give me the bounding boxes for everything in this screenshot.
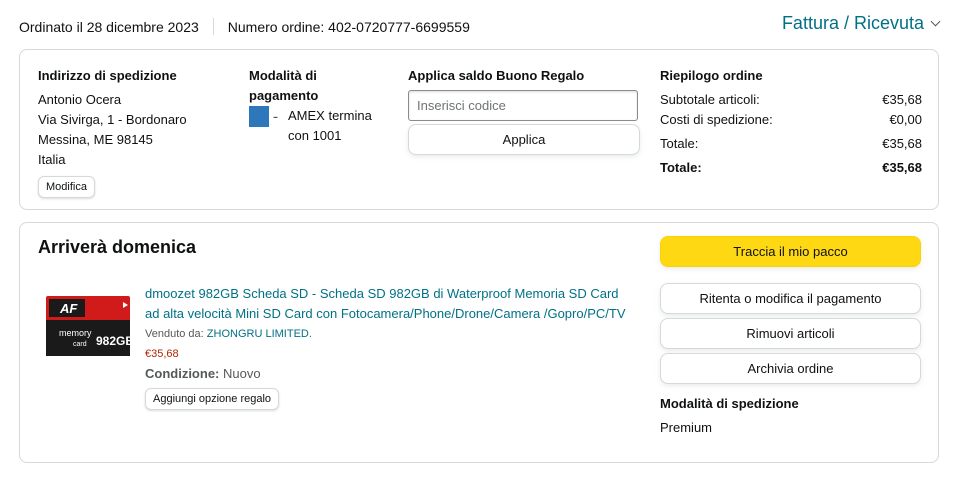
invoice-dropdown[interactable]: Fattura / Ricevuta xyxy=(782,13,941,34)
shipping-cost-label: Costi di spedizione: xyxy=(660,112,773,127)
subtotal-value: €35,68 xyxy=(882,92,922,107)
add-gift-option-button[interactable]: Aggiungi opzione regalo xyxy=(145,388,280,410)
shipping-cost-row: Costi di spedizione: €0,00 xyxy=(660,110,922,130)
product-title-link[interactable]: dmoozet 982GB Scheda SD - Scheda SD 982G… xyxy=(145,284,630,324)
shipping-mode-heading: Modalità di spedizione xyxy=(660,396,799,411)
shipment-card: Arriverà domenica AF memory card 982GB d… xyxy=(19,222,939,463)
shipping-mode-value: Premium xyxy=(660,420,713,435)
gift-code-input[interactable] xyxy=(408,90,638,121)
archive-order-button[interactable]: Archivia ordine xyxy=(660,353,921,384)
payment-heading: Modalità di pagamento xyxy=(249,68,319,103)
condition-label: Condizione: xyxy=(145,366,220,381)
image-capacity-text: 982GB xyxy=(96,334,132,348)
condition-value: Nuovo xyxy=(223,366,261,381)
grand-total-label: Totale: xyxy=(660,160,702,175)
image-card-text: card xyxy=(73,341,87,348)
shipping-cost-value: €0,00 xyxy=(889,112,922,127)
total-row: Totale: €35,68 xyxy=(660,134,922,154)
subtotal-row: Subtotale articoli: €35,68 xyxy=(660,90,922,110)
seller-link[interactable]: ZHONGRU LIMITED. xyxy=(207,328,312,340)
order-summary-card: Indirizzo di spedizione Antonio Ocera Vi… xyxy=(19,49,939,210)
payment-section: Modalità di pagamento ▬ AMEX termina con… xyxy=(249,66,389,146)
product-price: €35,68 xyxy=(145,348,179,360)
order-actions: Traccia il mio pacco Ritenta o modifica … xyxy=(660,236,921,438)
chevron-down-icon xyxy=(930,16,941,27)
total-value: €35,68 xyxy=(882,136,922,151)
image-brand-text: AF xyxy=(59,301,78,316)
order-totals-heading: Riepilogo ordine xyxy=(660,68,763,83)
address-line: Antonio Ocera xyxy=(38,92,122,107)
divider xyxy=(212,18,214,35)
subtotal-label: Subtotale articoli: xyxy=(660,92,760,107)
amex-card-icon: ▬ xyxy=(249,106,282,127)
address-line: Italia xyxy=(38,152,66,167)
arrival-heading: Arriverà domenica xyxy=(38,237,197,257)
seller-info: Venduto da: ZHONGRU LIMITED. xyxy=(145,324,630,344)
track-package-button[interactable]: Traccia il mio pacco xyxy=(660,236,921,267)
shipping-address-section: Indirizzo di spedizione Antonio Ocera Vi… xyxy=(38,66,238,198)
shipping-address-heading: Indirizzo di spedizione xyxy=(38,68,177,83)
remove-items-button[interactable]: Rimuovi articoli xyxy=(660,318,921,349)
order-totals-section: Riepilogo ordine Subtotale articoli: €35… xyxy=(660,66,922,178)
apply-gift-button[interactable]: Applica xyxy=(408,124,640,155)
product-info: dmoozet 982GB Scheda SD - Scheda SD 982G… xyxy=(145,284,630,410)
invoice-link-label[interactable]: Fattura / Ricevuta xyxy=(782,13,924,34)
shipping-mode-section: Modalità di spedizione Premium xyxy=(660,394,921,438)
gift-card-section: Applica saldo Buono Regalo Applica xyxy=(408,66,640,155)
address-line: Messina, ME 98145 xyxy=(38,132,153,147)
grand-total-row: Totale: €35,68 xyxy=(660,158,922,178)
edit-address-button[interactable]: Modifica xyxy=(38,176,95,198)
order-meta: Ordinato il 28 dicembre 2023 Numero ordi… xyxy=(19,18,470,35)
page-title: Dettagli dell'ordine xyxy=(19,0,248,12)
gift-card-heading: Applica saldo Buono Regalo xyxy=(408,68,585,83)
retry-payment-button[interactable]: Ritenta o modifica il pagamento xyxy=(660,283,921,314)
payment-method: ▬ AMEX termina con 1001 xyxy=(249,106,389,146)
total-label: Totale: xyxy=(660,136,699,151)
grand-total-value: €35,68 xyxy=(882,160,922,175)
address-line: Via Sivirga, 1 - Bordonaro xyxy=(38,112,187,127)
order-number: Numero ordine: 402-0720777-6699559 xyxy=(227,18,470,35)
product-image[interactable]: AF memory card 982GB xyxy=(45,294,132,359)
payment-card-text: AMEX termina con 1001 xyxy=(288,108,372,143)
product-condition: Condizione: Nuovo xyxy=(145,364,630,384)
sold-by-label: Venduto da: xyxy=(145,328,204,340)
image-memory-text: memory xyxy=(59,328,92,338)
order-date: Ordinato il 28 dicembre 2023 xyxy=(19,18,199,35)
